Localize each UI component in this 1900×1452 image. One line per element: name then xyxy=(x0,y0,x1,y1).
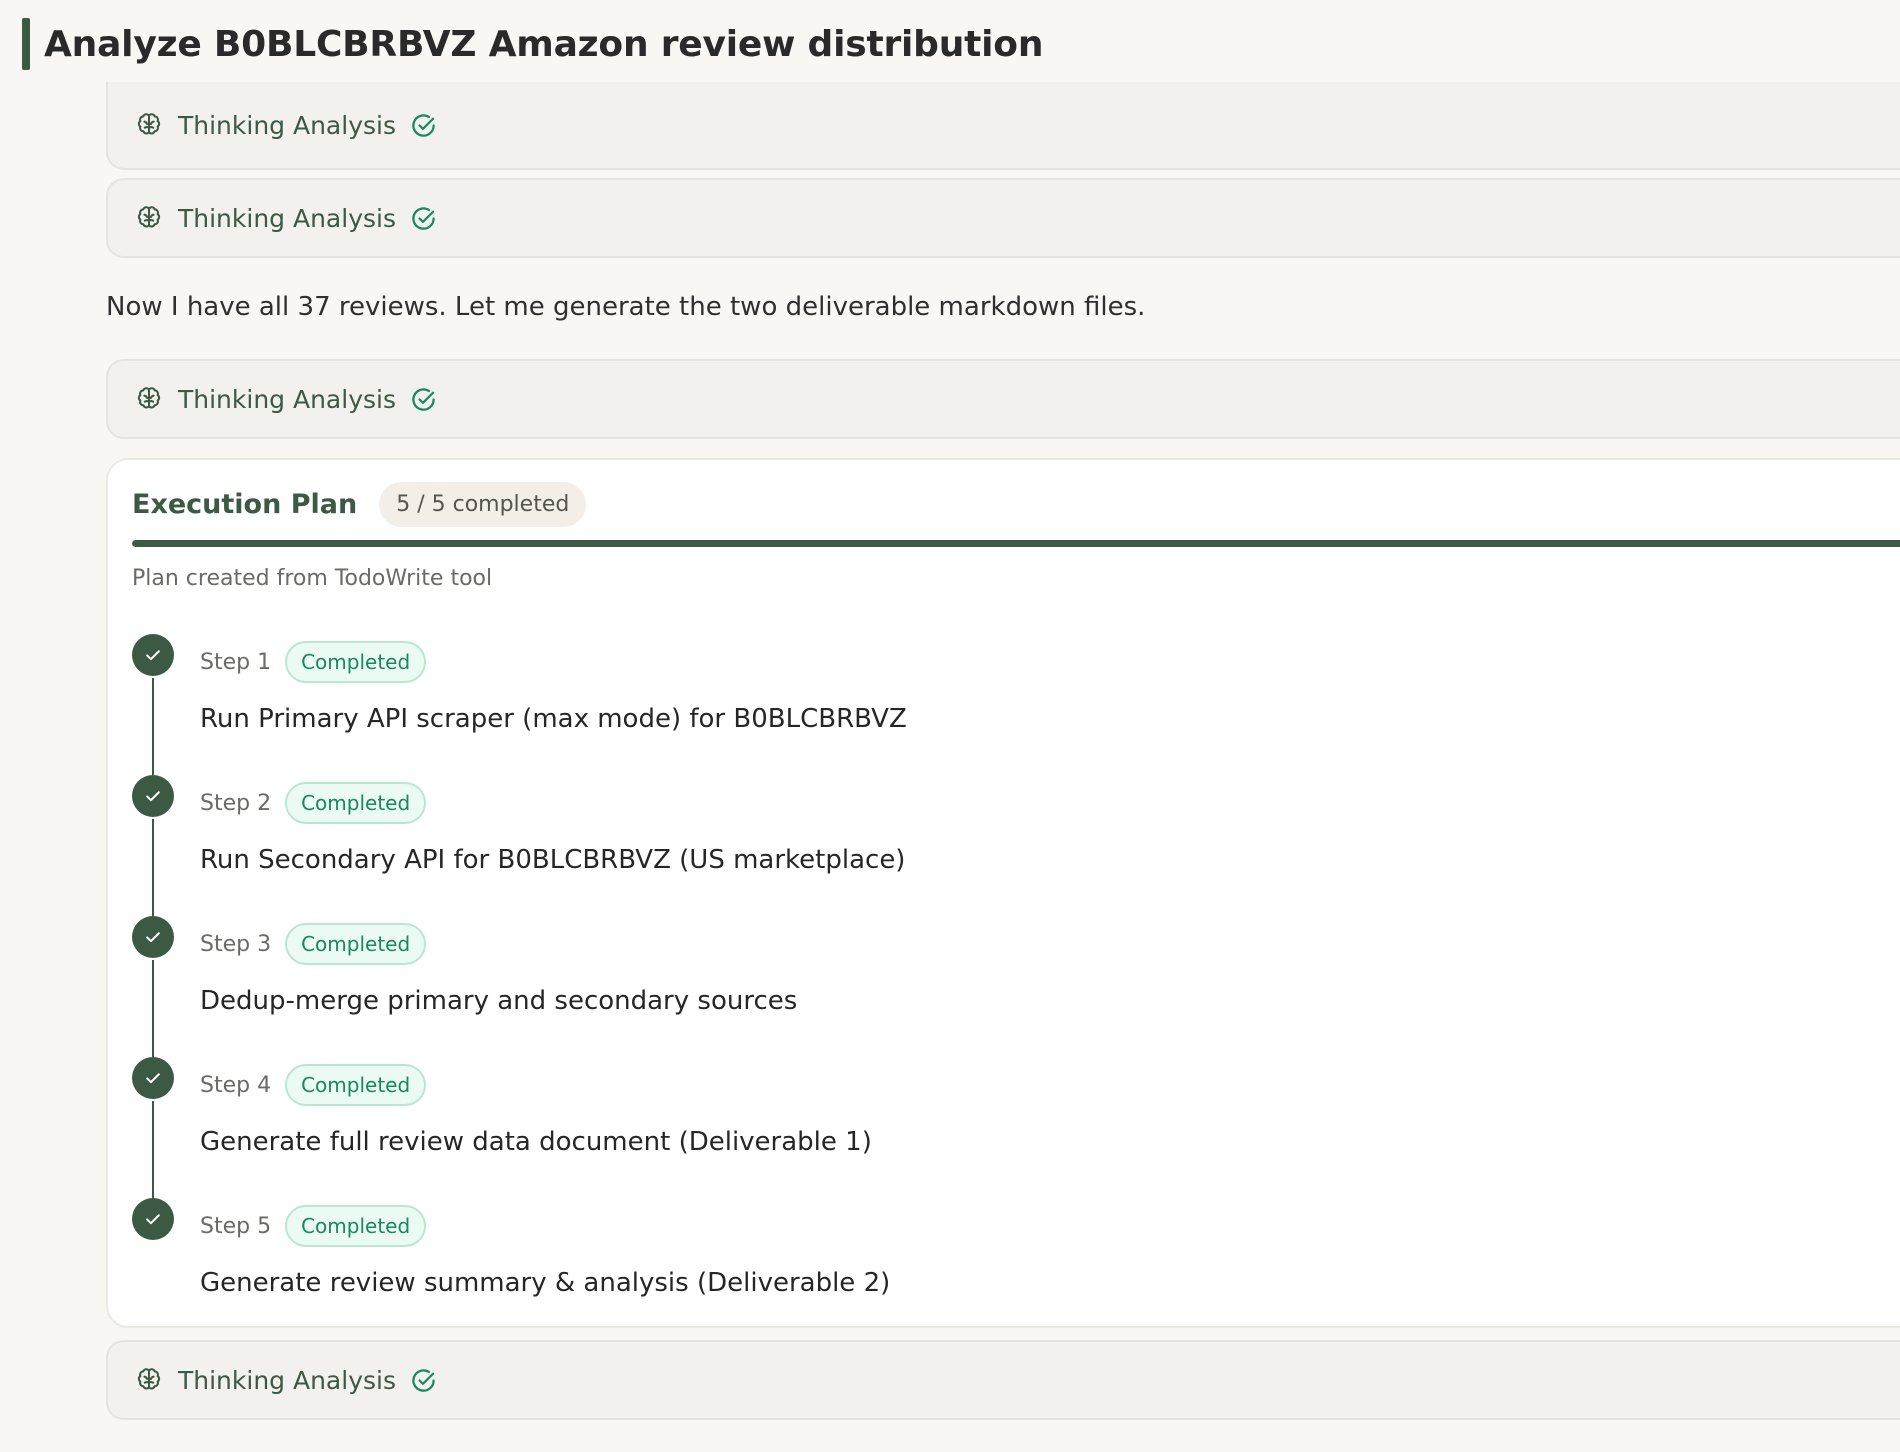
step-status-badge: Completed xyxy=(285,1064,427,1106)
plan-header: Execution Plan 5 / 5 completed xyxy=(132,482,587,527)
step-status-badge: Completed xyxy=(285,782,427,824)
page-header: Analyze B0BLCBRBVZ Amazon review distrib… xyxy=(22,18,1043,70)
step-status-badge: Completed xyxy=(285,1205,427,1247)
plan-progress-badge: 5 / 5 completed xyxy=(379,482,587,527)
step-connector xyxy=(152,819,154,916)
assistant-message: Now I have all 37 reviews. Let me genera… xyxy=(106,292,1146,322)
step-connector xyxy=(152,960,154,1057)
check-icon xyxy=(146,1073,160,1084)
step-done-indicator xyxy=(132,916,174,958)
check-icon xyxy=(146,650,160,661)
check-icon xyxy=(146,1214,160,1225)
step-label: Step 5 xyxy=(200,1213,272,1239)
thinking-analysis-label: Thinking Analysis xyxy=(178,384,396,414)
thinking-analysis-card[interactable]: Thinking Analysis xyxy=(106,178,1900,258)
check-circle-icon xyxy=(412,113,435,137)
step-done-indicator xyxy=(132,634,174,676)
check-circle-icon xyxy=(412,206,435,230)
plan-step: Step 3 Completed Dedup-merge primary and… xyxy=(108,916,1900,1057)
step-connector xyxy=(152,678,154,775)
step-description: Dedup-merge primary and secondary source… xyxy=(200,986,798,1016)
plan-title: Execution Plan xyxy=(132,489,358,520)
step-description: Run Secondary API for B0BLCBRBVZ (US mar… xyxy=(200,845,906,875)
plan-subtitle: Plan created from TodoWrite tool xyxy=(132,566,493,591)
thinking-analysis-card[interactable]: Thinking Analysis xyxy=(106,1340,1900,1420)
execution-plan-card: Execution Plan 5 / 5 completed Plan crea… xyxy=(106,458,1900,1328)
brain-icon xyxy=(137,1368,161,1390)
brain-icon xyxy=(137,206,161,228)
step-connector xyxy=(152,1101,154,1198)
step-description: Generate full review data document (Deli… xyxy=(200,1127,872,1157)
brain-icon xyxy=(137,387,161,409)
plan-step: Step 5 Completed Generate review summary… xyxy=(108,1198,1900,1339)
thinking-analysis-card[interactable]: Thinking Analysis xyxy=(106,82,1900,170)
step-description: Generate review summary & analysis (Deli… xyxy=(200,1268,891,1298)
thinking-analysis-label: Thinking Analysis xyxy=(178,203,396,233)
step-label: Step 1 xyxy=(200,649,272,675)
title-accent-bar xyxy=(22,18,30,70)
step-done-indicator xyxy=(132,1057,174,1099)
step-label: Step 4 xyxy=(200,1072,272,1098)
step-description: Run Primary API scraper (max mode) for B… xyxy=(200,704,907,734)
step-status-badge: Completed xyxy=(285,923,427,965)
thinking-analysis-label: Thinking Analysis xyxy=(178,1365,396,1395)
step-status-badge: Completed xyxy=(285,641,427,683)
check-circle-icon xyxy=(412,387,435,411)
brain-icon xyxy=(137,113,161,135)
plan-progress-fill xyxy=(132,540,1900,547)
thinking-analysis-card[interactable]: Thinking Analysis xyxy=(106,359,1900,439)
plan-progress-bar xyxy=(132,540,1900,547)
step-label: Step 3 xyxy=(200,931,272,957)
plan-step: Step 2 Completed Run Secondary API for B… xyxy=(108,775,1900,916)
check-icon xyxy=(146,932,160,943)
check-icon xyxy=(146,791,160,802)
step-done-indicator xyxy=(132,1198,174,1240)
plan-step: Step 1 Completed Run Primary API scraper… xyxy=(108,634,1900,775)
check-circle-icon xyxy=(412,1368,435,1392)
step-label: Step 2 xyxy=(200,790,272,816)
page-title: Analyze B0BLCBRBVZ Amazon review distrib… xyxy=(44,23,1044,65)
plan-step: Step 4 Completed Generate full review da… xyxy=(108,1057,1900,1198)
step-done-indicator xyxy=(132,775,174,817)
thinking-analysis-label: Thinking Analysis xyxy=(178,110,396,140)
